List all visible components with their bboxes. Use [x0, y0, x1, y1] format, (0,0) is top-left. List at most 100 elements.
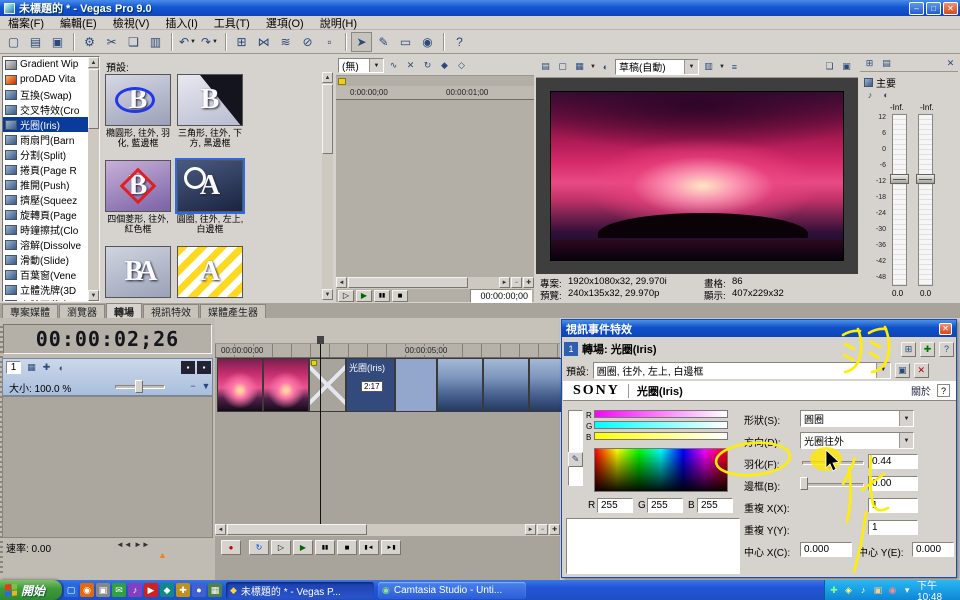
fx-dialog-title-bar[interactable]: 視訊事件特效 ✕	[562, 320, 956, 337]
zoom-in-icon[interactable]: ✚	[549, 524, 560, 535]
quicklaunch-icon-6[interactable]: ▶	[144, 583, 158, 597]
fx-close-button[interactable]: ✕	[939, 323, 952, 335]
track-expand-icon[interactable]: ▼	[200, 380, 212, 392]
split-dropdown-icon[interactable]: ▼	[719, 64, 725, 70]
menu-help[interactable]: 說明(H)	[312, 15, 365, 31]
marker-bar[interactable]	[215, 318, 560, 344]
clip-mountains-frame-1[interactable]	[437, 358, 483, 412]
scroll-right-icon[interactable]: ►	[525, 524, 536, 535]
quicklaunch-icon-1[interactable]: ▢	[64, 583, 78, 597]
taskbar-button-camtasia[interactable]: ◉ Camtasia Studio - Unti...	[378, 582, 526, 599]
kf-play-button[interactable]: ▶	[356, 290, 372, 302]
transition-list-item[interactable]: 推開(Push)	[3, 177, 99, 192]
speaker-icon[interactable]: ♪	[864, 89, 876, 101]
rate-scrub-left-icon[interactable]: ◄◄	[116, 540, 132, 549]
record-button[interactable]: ●	[221, 540, 241, 555]
g-field[interactable]: 255	[647, 498, 683, 513]
transition-list-item[interactable]: 擠壓(Squeez	[3, 192, 99, 207]
loop-playback-button[interactable]: ↻	[249, 540, 269, 555]
menu-options[interactable]: 選項(O)	[258, 15, 312, 31]
transition-crossfade-region[interactable]	[395, 358, 437, 412]
scroll-thumb[interactable]	[348, 277, 468, 288]
next-keyframe-icon[interactable]: ◇	[454, 58, 469, 73]
presets-scrollbar[interactable]: ▲ ▼	[322, 72, 333, 300]
play-button[interactable]: ▶	[293, 540, 313, 555]
transition-overlap-region[interactable]	[309, 358, 346, 412]
zoom-out-icon[interactable]: −	[537, 524, 548, 535]
quicklaunch-icon-8[interactable]: ✚	[176, 583, 190, 597]
taskbar-clock[interactable]: 下午 10:48	[917, 577, 960, 600]
timeline-ruler[interactable]: 00:00:00;00 00:00:05;00	[215, 344, 560, 358]
save-button[interactable]: ▣	[47, 32, 68, 52]
scroll-left-icon[interactable]: ◄	[336, 277, 347, 288]
kf-pause-button[interactable]: ▮▮	[374, 290, 390, 302]
center-y-field[interactable]: 0.000	[912, 542, 954, 557]
quicklaunch-icon-4[interactable]: ✉	[112, 583, 126, 597]
track-motion-icon[interactable]: ▦	[25, 361, 38, 374]
feather-field[interactable]: 0.44	[868, 454, 918, 469]
fader-right[interactable]	[916, 174, 935, 184]
quicklaunch-icon-3[interactable]: ▣	[96, 583, 110, 597]
tray-volume-icon[interactable]: ♪	[857, 584, 869, 597]
redo-dropdown-icon[interactable]: ▼	[212, 39, 218, 45]
quicklaunch-icon-7[interactable]: ◆	[160, 583, 174, 597]
quicklaunch-icon-10[interactable]: ▦	[208, 583, 222, 597]
maximize-button[interactable]: □	[926, 2, 941, 15]
selection-edit-tool-button[interactable]: ▭	[395, 32, 416, 52]
tray-icon-2[interactable]: ◈	[843, 584, 855, 597]
track-size-slider-handle[interactable]	[135, 380, 143, 393]
external-monitor-icon[interactable]: ▢	[555, 59, 570, 74]
timeline-scrollbar[interactable]: ◄ ► − ✚	[215, 524, 560, 536]
ignore-grouping-button[interactable]: ▫	[319, 32, 340, 52]
r-field[interactable]: 255	[597, 498, 633, 513]
tab-explorer[interactable]: 瀏覽器	[59, 304, 105, 318]
zoom-in-icon[interactable]: ✚	[523, 277, 534, 288]
undo-button[interactable]: ↶▼	[177, 32, 198, 52]
shape-select[interactable]: 圓圈▼	[800, 410, 914, 427]
keyframe-ruler[interactable]: 0:00:00;00 00:00:01;00	[336, 86, 534, 100]
preset-thumbnail[interactable]: BA	[105, 246, 171, 298]
stop-button[interactable]: ■	[337, 540, 357, 555]
save-snapshot-icon[interactable]: ▣	[839, 59, 854, 74]
tray-icon-5[interactable]: ◉	[887, 584, 899, 597]
scroll-thumb[interactable]	[322, 84, 333, 154]
go-to-start-button[interactable]: ▮◄	[359, 540, 379, 555]
clip-mountains-frame-2[interactable]	[483, 358, 529, 412]
transition-list-item[interactable]: 分割(Split)	[3, 147, 99, 162]
mixer-close-icon[interactable]: ✕	[943, 56, 958, 71]
fader-left[interactable]	[890, 174, 909, 184]
play-from-start-button[interactable]: ▷	[271, 540, 291, 555]
delete-preset-icon[interactable]: ✕	[914, 363, 929, 378]
preset-thumbnail-diamonds[interactable]: B	[105, 160, 171, 212]
snapping-button[interactable]: ⊞	[231, 32, 252, 52]
transition-list-item[interactable]: 滑動(Slide)	[3, 252, 99, 267]
big-timecode-display[interactable]: 00:00:02;26	[3, 324, 212, 354]
keyframe-marker-icon[interactable]	[338, 78, 346, 85]
clip-sunset-frame-1[interactable]	[217, 358, 263, 412]
preset-thumbnail-ellipse[interactable]: B	[105, 74, 171, 126]
overlays-icon[interactable]: ▦	[572, 59, 587, 74]
close-button[interactable]: ✕	[943, 2, 958, 15]
preset-thumbnail[interactable]: A	[177, 246, 243, 298]
rate-scrub-right-icon[interactable]: ►►	[134, 540, 150, 549]
normal-edit-tool-button[interactable]: ➤	[351, 32, 372, 52]
kf-play-from-start-button[interactable]: ▷	[338, 290, 354, 302]
playhead-cursor[interactable]	[320, 344, 321, 536]
feather-slider-handle[interactable]	[825, 455, 833, 468]
scroll-up-icon[interactable]: ▲	[88, 57, 99, 68]
tray-icon-4[interactable]: ▣	[872, 584, 884, 597]
prev-keyframe-icon[interactable]: ◆	[437, 58, 452, 73]
menu-tools[interactable]: 工具(T)	[206, 15, 258, 31]
border-slider-handle[interactable]	[800, 477, 808, 490]
fx-help-icon[interactable]: ?	[939, 342, 954, 357]
red-channel-bar[interactable]	[594, 410, 728, 418]
transition-list-item[interactable]: 互換(Swap)	[3, 87, 99, 102]
quicklaunch-icon-5[interactable]: ♪	[128, 583, 142, 597]
transition-list-item[interactable]: 百葉窗(Vene	[3, 267, 99, 282]
preset-combobox[interactable]: 圓圈, 往外, 左上, 白邊框▼	[593, 362, 891, 379]
curve-type-icon[interactable]: ∿	[386, 58, 401, 73]
pause-button[interactable]: ▮▮	[315, 540, 335, 555]
plugin-chain-icon[interactable]: ⊞	[901, 342, 916, 357]
add-effect-icon[interactable]: ✚	[920, 342, 935, 357]
border-slider[interactable]	[802, 483, 864, 487]
